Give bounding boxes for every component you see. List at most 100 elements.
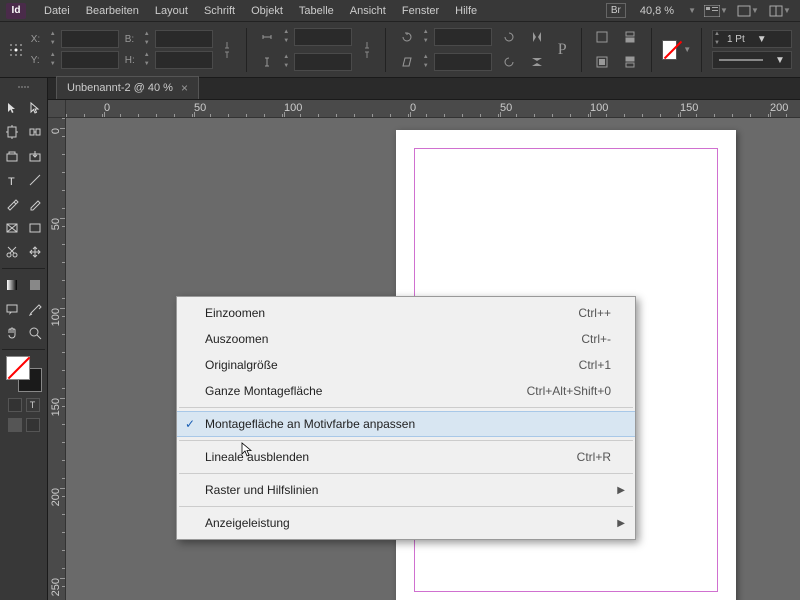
pencil-tool[interactable] xyxy=(24,192,48,216)
rotate-ccw-icon[interactable] xyxy=(498,51,520,73)
ctx-item[interactable]: OriginalgrößeCtrl+1 xyxy=(177,352,635,378)
ctx-item[interactable]: AuszoomenCtrl+- xyxy=(177,326,635,352)
ctx-item[interactable]: Raster und Hilfslinien▶ xyxy=(177,477,635,503)
gradient-swatch-tool[interactable] xyxy=(0,273,24,297)
line-tool[interactable] xyxy=(24,168,48,192)
reference-point-icon[interactable] xyxy=(8,39,25,61)
apply-text-icon[interactable]: T xyxy=(26,398,40,412)
h-label: H: xyxy=(125,55,139,66)
y-label: Y: xyxy=(31,55,45,66)
type-tool[interactable]: T xyxy=(0,168,24,192)
shear-input[interactable] xyxy=(434,53,492,71)
select-content-icon[interactable] xyxy=(591,51,613,73)
check-icon: ✓ xyxy=(185,417,195,431)
view-options-icon[interactable]: ▼ xyxy=(704,3,728,19)
ctx-label: Ganze Montagefläche xyxy=(205,384,527,398)
y-spinner[interactable]: ▲▼ xyxy=(49,51,57,69)
preview-icon[interactable] xyxy=(26,418,40,432)
tab-title: Unbenannt-2 @ 40 % xyxy=(67,82,173,94)
rotate-input[interactable] xyxy=(434,28,492,46)
tab-close-icon[interactable]: × xyxy=(181,81,188,95)
svg-text:T: T xyxy=(8,176,15,187)
flip-v-icon[interactable] xyxy=(526,51,548,73)
note-tool[interactable] xyxy=(0,297,24,321)
scale-y-spinner[interactable]: ▲▼ xyxy=(282,53,290,71)
menu-objekt[interactable]: Objekt xyxy=(243,5,291,17)
y-input[interactable] xyxy=(61,51,119,69)
select-next-icon[interactable] xyxy=(619,51,641,73)
ruler-horizontal[interactable]: 050100050100150200 xyxy=(66,100,800,118)
content-collector-tool[interactable] xyxy=(0,144,24,168)
transform-tool[interactable] xyxy=(24,240,48,264)
scale-y-icon[interactable] xyxy=(256,51,278,73)
w-spinner[interactable]: ▲▼ xyxy=(143,30,151,48)
bridge-badge[interactable]: Br xyxy=(606,3,626,18)
screen-mode-icon[interactable]: ▼ xyxy=(736,3,760,19)
arrange-icon[interactable]: ▼ xyxy=(768,3,792,19)
x-input[interactable] xyxy=(61,30,119,48)
scale-x-spinner[interactable]: ▲▼ xyxy=(282,28,290,46)
select-prev-icon[interactable] xyxy=(619,26,641,48)
ctx-item[interactable]: EinzoomenCtrl++ xyxy=(177,300,635,326)
ruler-origin[interactable] xyxy=(48,100,66,118)
gradient-feather-tool[interactable] xyxy=(24,273,48,297)
zoom-level[interactable]: 40,8 % xyxy=(634,5,680,17)
constrain-icon[interactable] xyxy=(219,39,236,61)
scale-y-input[interactable] xyxy=(294,53,352,71)
menu-schrift[interactable]: Schrift xyxy=(196,5,243,17)
fill-dropdown-icon[interactable]: ▼ xyxy=(683,45,691,54)
fill-stroke-swatches[interactable] xyxy=(4,356,44,392)
menu-bearbeiten[interactable]: Bearbeiten xyxy=(78,5,147,17)
zoom-dropdown-icon[interactable]: ▼ xyxy=(688,6,696,15)
x-spinner[interactable]: ▲▼ xyxy=(49,30,57,48)
rectangle-tool[interactable] xyxy=(24,216,48,240)
fill-swatch[interactable] xyxy=(662,40,677,60)
menu-fenster[interactable]: Fenster xyxy=(394,5,447,17)
ctx-label: Einzoomen xyxy=(205,306,578,320)
shear-icon[interactable] xyxy=(396,51,418,73)
ctx-item[interactable]: Ganze MontageflächeCtrl+Alt+Shift+0 xyxy=(177,378,635,404)
direct-selection-tool[interactable] xyxy=(24,96,48,120)
eyedropper-tool[interactable] xyxy=(24,297,48,321)
ctx-label: Raster und Hilfslinien xyxy=(205,483,611,497)
constrain-scale-icon[interactable] xyxy=(358,39,375,61)
apply-container-icon[interactable] xyxy=(8,398,22,412)
h-input[interactable] xyxy=(155,51,213,69)
flip-h-icon[interactable] xyxy=(526,26,548,48)
rotate-cw-icon[interactable] xyxy=(498,26,520,48)
ctx-label: Montagefläche an Motivfarbe anpassen xyxy=(205,417,611,431)
menu-ansicht[interactable]: Ansicht xyxy=(342,5,394,17)
h-spinner[interactable]: ▲▼ xyxy=(143,51,151,69)
ctx-shortcut: Ctrl+R xyxy=(577,450,611,464)
menu-datei[interactable]: Datei xyxy=(36,5,78,17)
zoom-tool[interactable] xyxy=(24,321,48,345)
document-tab[interactable]: Unbenannt-2 @ 40 % × xyxy=(56,76,199,99)
normal-view-icon[interactable] xyxy=(8,418,22,432)
scissors-tool[interactable] xyxy=(0,240,24,264)
scale-x-input[interactable] xyxy=(294,28,352,46)
content-placer-tool[interactable] xyxy=(24,144,48,168)
hand-tool[interactable] xyxy=(0,321,24,345)
paragraph-style-icon[interactable]: P xyxy=(554,39,571,61)
pen-tool[interactable] xyxy=(0,192,24,216)
menu-layout[interactable]: Layout xyxy=(147,5,196,17)
w-input[interactable] xyxy=(155,30,213,48)
ctx-shortcut: Ctrl+- xyxy=(581,332,611,346)
stroke-style-input[interactable]: ▼ xyxy=(712,51,792,69)
stroke-weight-input[interactable]: ▲▼1 Pt▼ xyxy=(712,30,792,48)
ctx-item[interactable]: ✓ Montagefläche an Motivfarbe anpassen xyxy=(177,411,635,437)
gap-tool[interactable] xyxy=(24,120,48,144)
ruler-vertical[interactable]: 050100150200250 xyxy=(48,118,66,600)
menu-hilfe[interactable]: Hilfe xyxy=(447,5,485,17)
selection-tool[interactable] xyxy=(0,96,24,120)
ctx-item[interactable]: Lineale ausblendenCtrl+R xyxy=(177,444,635,470)
ctx-item[interactable]: Anzeigeleistung▶ xyxy=(177,510,635,536)
menu-tabelle[interactable]: Tabelle xyxy=(291,5,342,17)
select-container-icon[interactable] xyxy=(591,26,613,48)
rectangle-frame-tool[interactable] xyxy=(0,216,24,240)
shear-spinner[interactable]: ▲▼ xyxy=(422,53,430,71)
page-tool[interactable] xyxy=(0,120,24,144)
scale-x-icon[interactable] xyxy=(256,26,278,48)
rotate-icon[interactable] xyxy=(396,26,418,48)
rotate-spinner[interactable]: ▲▼ xyxy=(422,28,430,46)
